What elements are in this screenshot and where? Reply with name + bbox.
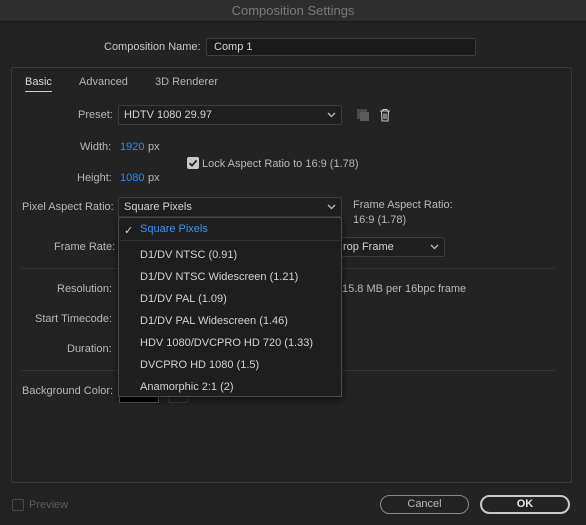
height-label: Height: bbox=[77, 172, 112, 184]
tab-advanced[interactable]: Advanced bbox=[79, 76, 128, 88]
duration-label: Duration: bbox=[67, 343, 112, 355]
ok-button[interactable]: OK bbox=[480, 495, 570, 514]
preview-label: Preview bbox=[29, 499, 69, 511]
dropdown-item[interactable]: DVCPRO HD 1080 (1.5) bbox=[140, 359, 259, 371]
dropdown-item[interactable]: D1/DV PAL (1.09) bbox=[140, 293, 227, 305]
width-label: Width: bbox=[80, 141, 112, 153]
frame-aspect-value: 16:9 (1.78) bbox=[353, 214, 407, 226]
preset-select[interactable]: HDTV 1080 29.97 bbox=[118, 105, 342, 125]
pixel-aspect-value: Square Pixels bbox=[124, 201, 192, 213]
start-timecode-label: Start Timecode: bbox=[35, 313, 113, 325]
dropdown-item[interactable]: Square Pixels bbox=[140, 223, 208, 235]
dropdown-item[interactable]: D1/DV PAL Widescreen (1.46) bbox=[140, 315, 288, 327]
resolution-info: 15.8 MB per 16bpc frame bbox=[342, 283, 467, 295]
checkmark-icon: ✓ bbox=[124, 225, 134, 237]
tab-active-indicator bbox=[25, 91, 52, 92]
tab-basic[interactable]: Basic bbox=[25, 76, 52, 88]
trash-icon[interactable] bbox=[376, 106, 394, 124]
lock-aspect-label: Lock Aspect Ratio to 16:9 (1.78) bbox=[202, 158, 359, 170]
preview-checkbox[interactable] bbox=[12, 499, 24, 511]
width-unit: px bbox=[148, 141, 160, 153]
height-unit: px bbox=[148, 172, 160, 184]
cancel-button[interactable]: Cancel bbox=[380, 495, 469, 514]
drop-frame-select[interactable]: rop Frame bbox=[336, 237, 445, 257]
comp-name-input[interactable]: Comp 1 bbox=[206, 38, 476, 56]
dropdown-divider bbox=[120, 240, 340, 241]
dropdown-item[interactable]: D1/DV NTSC (0.91) bbox=[140, 249, 237, 261]
pixel-aspect-label: Pixel Aspect Ratio: bbox=[22, 201, 114, 213]
tab-3d-renderer[interactable]: 3D Renderer bbox=[155, 76, 218, 88]
dropdown-item[interactable]: Anamorphic 2:1 (2) bbox=[140, 381, 234, 393]
preset-label: Preset: bbox=[78, 109, 113, 121]
lock-aspect-checkbox[interactable] bbox=[187, 157, 199, 169]
background-color-label: Background Color: bbox=[22, 385, 114, 397]
save-preset-icon[interactable] bbox=[354, 106, 372, 124]
window-title: Composition Settings bbox=[0, 0, 586, 22]
height-value[interactable]: 1080 bbox=[120, 172, 144, 184]
resolution-label: Resolution: bbox=[57, 283, 113, 295]
chevron-down-icon bbox=[429, 238, 439, 256]
comp-name-label: Composition Name: bbox=[104, 41, 201, 53]
chevron-down-icon bbox=[326, 106, 336, 124]
preset-value: HDTV 1080 29.97 bbox=[124, 109, 213, 121]
dropdown-item[interactable]: HDV 1080/DVCPRO HD 720 (1.33) bbox=[140, 337, 313, 349]
chevron-down-icon bbox=[326, 198, 336, 216]
frame-aspect-label: Frame Aspect Ratio: bbox=[353, 199, 453, 211]
frame-rate-label: Frame Rate: bbox=[54, 241, 116, 253]
pixel-aspect-dropdown: ✓ Square Pixels D1/DV NTSC (0.91) D1/DV … bbox=[118, 217, 342, 397]
pixel-aspect-select[interactable]: Square Pixels bbox=[118, 197, 342, 217]
dropdown-item[interactable]: D1/DV NTSC Widescreen (1.21) bbox=[140, 271, 298, 283]
width-value[interactable]: 1920 bbox=[120, 141, 144, 153]
drop-frame-value: rop Frame bbox=[343, 241, 394, 253]
